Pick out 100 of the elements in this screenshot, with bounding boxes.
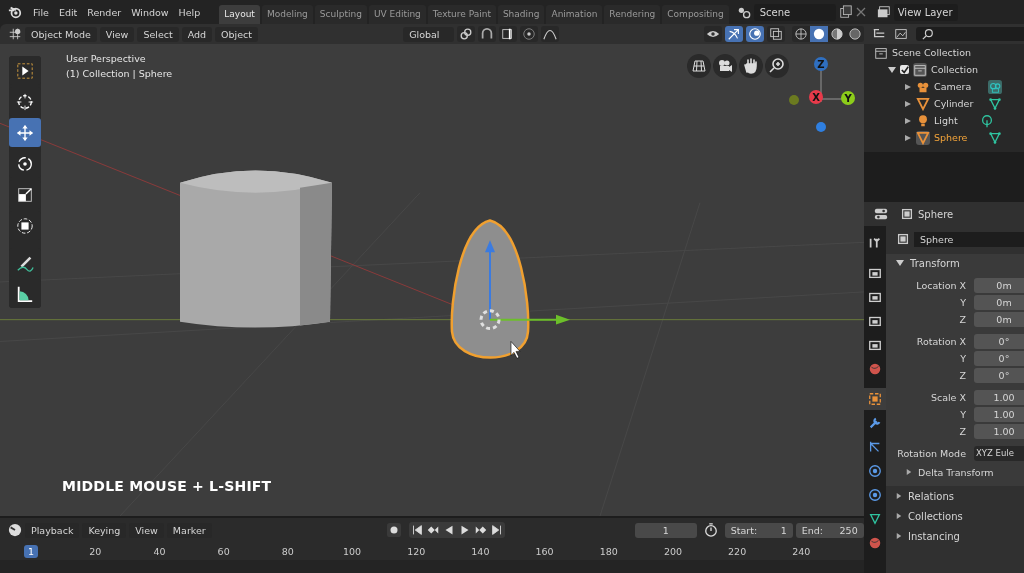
checkbox[interactable] — [900, 65, 909, 74]
workspace-tab[interactable]: Layout — [219, 5, 260, 24]
axis-handle[interactable] — [816, 122, 826, 132]
viewport-menu[interactable]: Object — [215, 26, 259, 42]
filter-icon[interactable] — [894, 27, 908, 41]
mesh-data-icon[interactable] — [988, 130, 1002, 145]
shading-button[interactable] — [828, 26, 846, 42]
panel-title[interactable]: Instancing — [908, 530, 960, 542]
axis-handle[interactable]: X — [809, 90, 823, 104]
viewport-menu[interactable]: Add — [181, 26, 213, 42]
timeline-menu[interactable]: View — [129, 522, 164, 538]
shading-button[interactable] — [846, 26, 864, 42]
outliner-item[interactable]: Sphere — [934, 132, 982, 143]
axis-handle[interactable] — [789, 95, 799, 105]
gizmo-toggle-icon[interactable] — [725, 26, 743, 42]
menu-item[interactable]: Help — [173, 6, 206, 18]
number-field[interactable]: 1.00 — [974, 423, 1024, 439]
workspace-tab[interactable]: Shading — [497, 5, 545, 24]
number-field[interactable]: 0m — [974, 311, 1024, 327]
orientation-dropdown[interactable]: Global — [403, 26, 454, 42]
proportional-icon[interactable] — [519, 26, 538, 42]
menu-item[interactable]: Render — [82, 6, 127, 18]
move-icon — [16, 123, 34, 142]
hand-icon[interactable] — [739, 54, 763, 78]
magnet-icon[interactable] — [477, 26, 496, 42]
camera-data-icon[interactable] — [988, 79, 1002, 94]
disclosure-icon[interactable] — [896, 513, 902, 519]
number-field[interactable]: 1.00 — [974, 406, 1024, 422]
end-frame-field[interactable]: End: 250 — [795, 522, 864, 538]
subpanel-title[interactable]: Delta Transform — [918, 466, 994, 478]
panel-title[interactable]: Transform — [910, 257, 960, 269]
number-field[interactable]: 0m — [974, 277, 1024, 293]
field-label: Rotation X — [915, 336, 967, 347]
shading-button[interactable] — [792, 26, 810, 42]
move-arrow[interactable] — [489, 314, 570, 325]
name-field[interactable]: Sphere — [914, 231, 1024, 247]
disclosure-icon[interactable] — [906, 469, 912, 475]
number-field[interactable]: 0° — [974, 350, 1024, 366]
timeline-menu[interactable]: Playback — [25, 522, 80, 538]
outliner-item[interactable]: Cylinder — [934, 98, 982, 109]
outliner-item[interactable]: Collection — [931, 64, 978, 75]
zoom-icon[interactable] — [765, 54, 789, 78]
disclosure-icon[interactable] — [896, 259, 904, 267]
workspace-tab[interactable]: Texture Paint — [427, 5, 496, 24]
clock-icon[interactable] — [8, 523, 22, 537]
outliner-item[interactable]: Scene Collection — [892, 47, 971, 58]
outliner-item[interactable]: Camera — [934, 81, 982, 92]
mode-dropdown[interactable]: Object Mode — [25, 26, 97, 42]
shading-button[interactable] — [810, 26, 828, 42]
disclosure-icon[interactable] — [896, 533, 902, 539]
logo-icon[interactable] — [8, 5, 22, 19]
timeline-menu[interactable]: Keying — [82, 522, 127, 538]
outliner-item[interactable]: Light — [934, 115, 982, 126]
disclosure-icon[interactable] — [888, 65, 896, 74]
scene-field[interactable]: Scene — [753, 3, 836, 21]
axis-handle[interactable]: Y — [841, 91, 855, 105]
copy-icon[interactable] — [838, 5, 853, 19]
3d-cursor[interactable] — [479, 309, 501, 331]
workspace-tab[interactable]: UV Editing — [368, 5, 426, 24]
overlay-toggle-icon[interactable] — [746, 26, 764, 42]
workspace-tab[interactable]: Compositing — [662, 5, 729, 24]
menu-item[interactable]: Window — [126, 6, 174, 18]
light-data-icon[interactable] — [980, 113, 994, 128]
rotation-mode-dropdown[interactable]: XYZ Eule — [974, 445, 1024, 461]
viewport-menu[interactable]: View — [99, 26, 135, 42]
frame-number: 200 — [662, 544, 684, 558]
editor-type-icon[interactable] — [8, 27, 22, 41]
mesh-data-icon[interactable] — [988, 96, 1002, 111]
axis-handle[interactable]: Z — [814, 57, 828, 71]
context-label: (1) Collection | Sphere — [66, 68, 173, 79]
disclosure-icon[interactable] — [896, 493, 902, 499]
timeline-menu[interactable]: Marker — [166, 522, 212, 538]
snap-icon[interactable] — [498, 26, 517, 42]
falloff-icon[interactable] — [540, 26, 559, 42]
workspace-tab[interactable]: Modeling — [261, 5, 313, 24]
editor-type-icon[interactable] — [874, 207, 888, 221]
workspace-tab[interactable]: Sculpting — [314, 5, 367, 24]
panel-title[interactable]: Relations — [908, 490, 954, 502]
panel-title[interactable]: Collections — [908, 510, 963, 522]
square-icon[interactable] — [896, 232, 910, 246]
record-icon[interactable] — [385, 522, 402, 538]
close-icon[interactable] — [855, 7, 866, 17]
number-field[interactable]: 1.00 — [974, 389, 1024, 405]
workspace-tab[interactable]: Animation — [546, 5, 603, 24]
number-field[interactable]: 0° — [974, 333, 1024, 349]
number-field[interactable]: 0m — [974, 294, 1024, 310]
eye-icon[interactable] — [704, 26, 722, 42]
stopwatch-icon[interactable] — [703, 523, 718, 537]
current-frame-field[interactable]: 1 — [634, 522, 697, 538]
viewport-menu[interactable]: Select — [137, 26, 179, 42]
search-field[interactable] — [916, 27, 1024, 41]
workspace-tab[interactable]: Rendering — [604, 5, 661, 24]
menu-item[interactable]: Edit — [53, 6, 83, 18]
start-frame-field[interactable]: Start: 1 — [724, 522, 793, 538]
menu-item[interactable]: File — [28, 6, 54, 18]
number-field[interactable]: 0° — [974, 367, 1024, 383]
camera-icon[interactable] — [713, 54, 737, 78]
grid-icon[interactable] — [687, 54, 711, 78]
xray-icon[interactable] — [767, 26, 785, 42]
view-layer-field[interactable]: View Layer — [893, 3, 958, 21]
